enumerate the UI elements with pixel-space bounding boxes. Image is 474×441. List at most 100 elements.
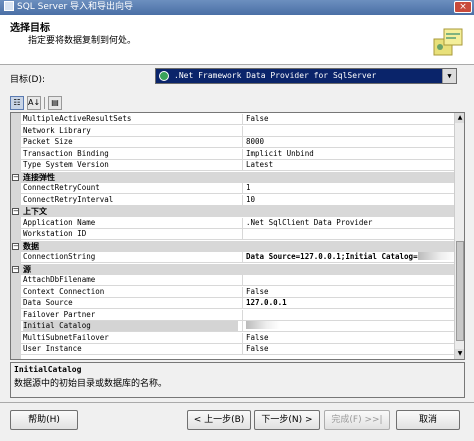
- redacted-value: [417, 252, 454, 260]
- grid-category[interactable]: − 上下文: [11, 206, 454, 217]
- window-title: SQL Server 导入和导出向导: [17, 2, 134, 12]
- page-title: 选择目标: [10, 23, 50, 34]
- property-value-text: False: [246, 114, 269, 123]
- property-name: Application Name: [23, 217, 96, 227]
- scroll-down-icon[interactable]: ▼: [455, 349, 464, 359]
- property-name: Type System Version: [23, 160, 109, 169]
- provider-icon: [159, 71, 169, 81]
- collapse-toggle-icon[interactable]: −: [12, 265, 19, 273]
- property-value[interactable]: .Net SqlClient Data Provider: [242, 217, 454, 228]
- property-name: AttachDbFilename: [23, 275, 96, 284]
- property-value-text: Latest: [246, 160, 274, 169]
- property-row[interactable]: Type System Version Latest: [11, 160, 454, 171]
- footer-divider: [0, 402, 474, 403]
- property-row[interactable]: Packet Size 8000: [11, 137, 454, 148]
- property-row[interactable]: Network Library: [11, 125, 454, 137]
- property-value[interactable]: 1: [242, 183, 454, 193]
- property-value[interactable]: Latest: [242, 160, 454, 170]
- property-name: Network Library: [23, 125, 91, 135]
- page-subtitle: 指定要将数据复制到何处。: [28, 36, 137, 46]
- property-value[interactable]: False: [242, 344, 454, 354]
- cancel-button[interactable]: 取消: [396, 410, 460, 430]
- close-button[interactable]: ×: [454, 1, 472, 13]
- property-row[interactable]: Context Connection False: [11, 286, 454, 298]
- property-value-text: 10: [246, 194, 256, 204]
- property-row[interactable]: Initial Catalog: [11, 321, 454, 332]
- property-name: ConnectRetryCount: [23, 183, 100, 192]
- app-icon: [4, 1, 14, 11]
- grid-vertical-scrollbar[interactable]: ▲ ▼: [454, 113, 464, 359]
- collapse-toggle-icon[interactable]: −: [12, 242, 19, 250]
- destination-select[interactable]: .Net Framework Data Provider for SqlServ…: [155, 68, 457, 84]
- property-value-text: .Net SqlClient Data Provider: [246, 217, 373, 227]
- property-name: Data Source: [23, 298, 73, 307]
- property-row[interactable]: Failover Partner: [11, 309, 454, 321]
- property-row[interactable]: User Instance False: [11, 344, 454, 355]
- property-row[interactable]: Transaction Binding Implicit Unbind: [11, 148, 454, 160]
- property-value[interactable]: False: [242, 332, 454, 343]
- property-name: Failover Partner: [23, 309, 96, 319]
- property-row[interactable]: ConnectRetryInterval 10: [11, 194, 454, 206]
- property-row[interactable]: Workstation ID: [11, 229, 454, 240]
- property-name: ConnectionString: [23, 252, 96, 261]
- property-name: ConnectRetryInterval: [23, 194, 114, 204]
- property-value[interactable]: [242, 229, 454, 239]
- category-label: 数据: [23, 241, 39, 251]
- collapse-toggle-icon[interactable]: −: [12, 208, 19, 215]
- property-name: MultipleActiveResultSets: [23, 114, 132, 123]
- finish-button[interactable]: 完成(F) >>|: [324, 410, 390, 430]
- grid-category[interactable]: − 数据: [11, 240, 454, 252]
- property-name: MultiSubnetFailover: [23, 332, 109, 342]
- property-value-text: Implicit Unbind: [246, 148, 314, 158]
- wizard-header: 选择目标 指定要将数据复制到何处。: [0, 15, 474, 65]
- wizard-graphic-icon: [433, 28, 463, 56]
- property-grid[interactable]: MultipleActiveResultSets False Network Lib…: [10, 112, 465, 360]
- property-name: Transaction Binding: [23, 148, 109, 158]
- property-value[interactable]: [242, 275, 454, 285]
- property-value[interactable]: [242, 321, 454, 331]
- category-label: 源: [23, 264, 31, 274]
- property-value[interactable]: [242, 125, 454, 136]
- property-pages-button[interactable]: ▤: [48, 96, 62, 110]
- property-value[interactable]: False: [242, 286, 454, 297]
- property-value[interactable]: Implicit Unbind: [242, 148, 454, 159]
- description-text: 数据源中的初始目录或数据库的名称。: [14, 379, 168, 389]
- collapse-toggle-icon[interactable]: −: [12, 173, 19, 181]
- categorized-view-button[interactable]: ☷: [10, 96, 24, 110]
- scroll-up-icon[interactable]: ▲: [455, 113, 464, 123]
- chevron-down-icon[interactable]: ▼: [442, 69, 456, 83]
- back-button[interactable]: < 上一步(B): [187, 410, 251, 430]
- help-button[interactable]: 帮助(H): [10, 410, 78, 430]
- property-row[interactable]: MultipleActiveResultSets False: [11, 114, 454, 125]
- category-label: 连接弹性: [23, 172, 55, 182]
- grid-category[interactable]: − 源: [11, 263, 454, 275]
- window-titlebar: SQL Server 导入和导出向导 ×: [0, 0, 474, 15]
- property-name: Initial Catalog: [23, 321, 238, 331]
- description-panel: InitialCatalog 数据源中的初始目录或数据库的名称。: [10, 362, 465, 398]
- redacted-value: [246, 321, 280, 329]
- property-row[interactable]: ConnectRetryCount 1: [11, 183, 454, 194]
- property-name: User Instance: [23, 344, 82, 353]
- property-row[interactable]: AttachDbFilename: [11, 275, 454, 286]
- property-name: Workstation ID: [23, 229, 87, 238]
- property-value[interactable]: Data Source=127.0.0.1;Initial Catalog=: [242, 252, 454, 262]
- next-button[interactable]: 下一步(N) >: [254, 410, 320, 430]
- alphabetical-sort-button[interactable]: A↓: [27, 96, 41, 110]
- property-value[interactable]: 127.0.0.1: [242, 298, 454, 308]
- destination-label: 目标(D):: [10, 75, 45, 85]
- property-value-text: Data Source=127.0.0.1;Initial Catalog=: [246, 252, 418, 261]
- property-value[interactable]: [242, 309, 454, 320]
- property-row[interactable]: ConnectionString Data Source=127.0.0.1;In…: [11, 252, 454, 263]
- property-value[interactable]: 8000: [242, 137, 454, 147]
- property-row[interactable]: Application Name .Net SqlClient Data Prov…: [11, 217, 454, 229]
- property-name: Context Connection: [23, 286, 105, 296]
- property-value-text: False: [246, 344, 269, 353]
- property-row[interactable]: Data Source 127.0.0.1: [11, 298, 454, 309]
- property-row[interactable]: MultiSubnetFailover False: [11, 332, 454, 344]
- grid-category[interactable]: − 连接弹性: [11, 171, 454, 183]
- property-value-text: 8000: [246, 137, 265, 146]
- property-value-text: 1: [246, 183, 251, 192]
- scroll-thumb[interactable]: [456, 241, 464, 341]
- property-value[interactable]: 10: [242, 194, 454, 205]
- property-value[interactable]: False: [242, 114, 454, 124]
